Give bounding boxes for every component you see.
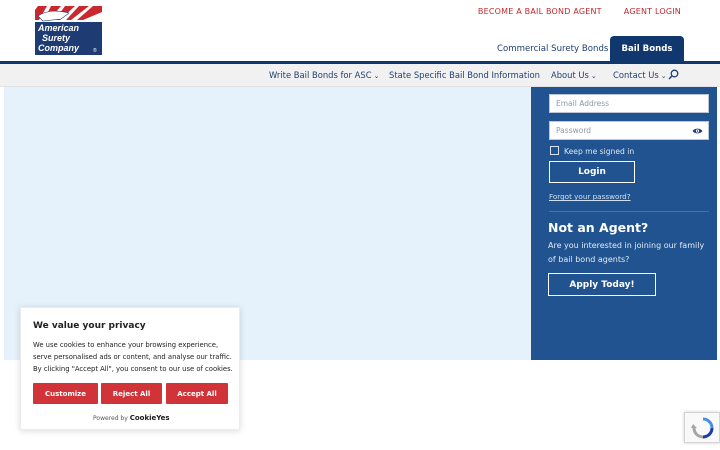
reject-all-button[interactable]: Reject All — [101, 383, 162, 404]
nav-label: Contact Us — [613, 70, 659, 80]
nav-state-specific-info[interactable]: State Specific Bail Bond Information — [389, 70, 540, 80]
nav-about-us[interactable]: About Us ⌄ — [551, 70, 597, 80]
cookie-text: We use cookies to enhance your browsing … — [33, 341, 233, 373]
accept-all-button[interactable]: Accept All — [166, 383, 228, 404]
email-field[interactable]: Email Address — [549, 94, 709, 113]
nav-write-bail-bonds[interactable]: Write Bail Bonds for ASC ⌄ — [269, 70, 379, 80]
svg-text:Surety: Surety — [42, 33, 71, 43]
american-surety-logo[interactable]: American Surety Company ® — [35, 6, 102, 55]
main-nav: Write Bail Bonds for ASC ⌄ State Specific… — [0, 64, 720, 87]
agent-login-link[interactable]: AGENT LOGIN — [624, 7, 681, 16]
chevron-down-icon: ⌄ — [590, 72, 597, 80]
keep-signed-in-checkbox[interactable] — [550, 146, 559, 155]
keep-signed-in-label: Keep me signed in — [564, 147, 635, 156]
tab-bail-bonds[interactable]: Bail Bonds — [610, 36, 684, 62]
cookieyes-logo[interactable]: CookieYes — [130, 414, 170, 422]
tab-commercial-surety-bonds[interactable]: Commercial Surety Bonds — [490, 41, 615, 61]
recaptcha-icon — [691, 417, 714, 439]
customize-button[interactable]: Customize — [33, 383, 98, 404]
nav-label: Write Bail Bonds for ASC — [269, 70, 372, 80]
become-agent-link[interactable]: BECOME A BAIL BOND AGENT — [478, 7, 602, 16]
chevron-down-icon: ⌄ — [373, 72, 380, 80]
panel-divider — [549, 211, 709, 212]
cookie-title: We value your privacy — [33, 321, 146, 331]
eye-icon[interactable] — [692, 127, 703, 135]
password-field[interactable]: Password — [549, 121, 709, 140]
top-links: BECOME A BAIL BOND AGENT AGENT LOGIN — [478, 7, 681, 16]
nav-label: State Specific Bail Bond Information — [389, 70, 540, 80]
login-button[interactable]: Login — [549, 161, 635, 183]
chevron-down-icon: ⌄ — [660, 72, 667, 80]
nav-label: About Us — [551, 70, 589, 80]
recaptcha-badge[interactable] — [684, 412, 720, 443]
svg-text:Company: Company — [38, 43, 80, 53]
nav-contact-us[interactable]: Contact Us ⌄ — [613, 70, 667, 80]
svg-text:®: ® — [93, 47, 97, 54]
svg-text:American: American — [37, 23, 80, 33]
site-header: American Surety Company ® BECOME A BAIL … — [0, 0, 720, 63]
search-icon[interactable] — [668, 69, 679, 80]
promo-text: Are you interested in joining our family… — [548, 241, 705, 264]
email-placeholder: Email Address — [556, 99, 610, 108]
powered-by: Powered by CookieYes — [93, 414, 170, 422]
cookie-consent-banner: We value your privacy We use cookies to … — [20, 307, 240, 430]
forgot-password-link[interactable]: Forgot your password? — [549, 192, 631, 201]
apply-today-button[interactable]: Apply Today! — [548, 273, 656, 296]
password-placeholder: Password — [556, 126, 592, 135]
not-an-agent-heading: Not an Agent? — [548, 220, 649, 235]
